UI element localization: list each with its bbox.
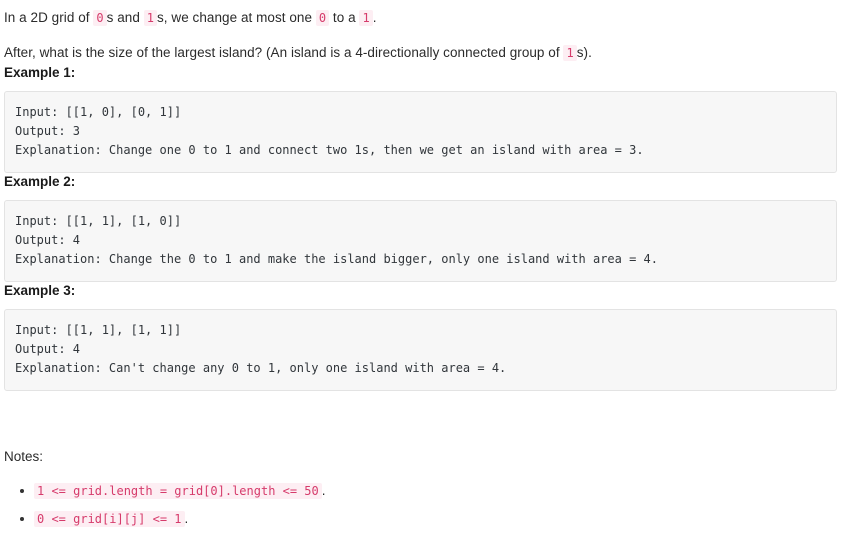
example-1-heading: Example 1:: [4, 65, 76, 80]
note-suffix-2: .: [184, 511, 189, 526]
paragraph-1-text-4: to a: [329, 10, 360, 25]
inline-code-one-3: 1: [563, 45, 577, 61]
paragraph-1-text-1: In a 2D grid of: [4, 10, 94, 25]
example-2-code-block: Input: [[1, 1], [1, 0]] Output: 4 Explan…: [4, 200, 837, 282]
example-1-code-block: Input: [[1, 0], [0, 1]] Output: 3 Explan…: [4, 91, 837, 173]
intro-paragraph-2: After, what is the size of the largest i…: [4, 29, 845, 64]
note-constraint-code-2: 0 <= grid[i][j] <= 1: [34, 511, 185, 527]
example-2-heading: Example 2:: [4, 174, 76, 189]
note-constraint-code-1: 1 <= grid.length = grid[0].length <= 50: [34, 483, 322, 499]
paragraph-1-text-2: s and: [106, 10, 144, 25]
paragraph-1-text-3: s, we change at most one: [157, 10, 316, 25]
note-suffix-1: .: [321, 483, 326, 498]
list-item: 0 <= grid[i][j] <= 1.: [20, 505, 845, 533]
paragraph-2-text-1: After, what is the size of the largest i…: [4, 45, 564, 60]
paragraph-1-text-5: .: [372, 10, 377, 25]
inline-code-one: 1: [143, 10, 157, 26]
list-item: 1 <= grid.length = grid[0].length <= 50.: [20, 477, 845, 505]
inline-code-one-2: 1: [359, 10, 373, 26]
example-3-heading: Example 3:: [4, 283, 76, 298]
inline-code-zero-2: 0: [315, 10, 330, 26]
notes-label: Notes:: [4, 449, 44, 464]
inline-code-zero: 0: [93, 10, 107, 26]
notes-list: 1 <= grid.length = grid[0].length <= 50.…: [4, 477, 845, 533]
problem-description-page: In a 2D grid of 0s and 1 s, we change at …: [0, 0, 851, 533]
intro-paragraph-1: In a 2D grid of 0s and 1 s, we change at …: [4, 4, 845, 29]
example-3-code-block: Input: [[1, 1], [1, 1]] Output: 4 Explan…: [4, 309, 837, 391]
paragraph-2-text-2: s).: [576, 45, 592, 60]
